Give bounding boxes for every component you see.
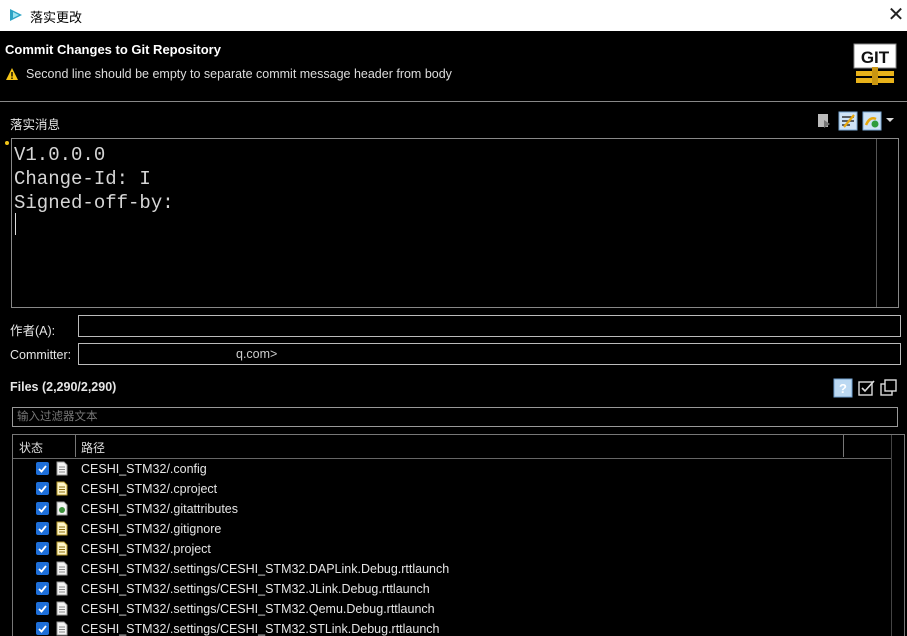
file-path: CESHI_STM32/.project xyxy=(81,542,211,556)
banner-separator xyxy=(0,101,907,102)
dialog-banner: Commit Changes to Git Repository Second … xyxy=(0,31,907,101)
text-file-icon xyxy=(56,601,68,616)
file-path: CESHI_STM32/.config xyxy=(81,462,207,476)
file-row[interactable]: CESHI_STM32/.gitignore xyxy=(13,519,891,539)
commit-message-line: Signed-off-by: xyxy=(14,192,174,214)
column-header-status[interactable]: 状态 xyxy=(19,439,43,456)
git-logo-icon: GIT xyxy=(853,43,897,85)
commit-message-line: V1.0.0.0 xyxy=(14,144,106,166)
committer-input[interactable] xyxy=(78,343,901,365)
close-button[interactable]: ✕ xyxy=(884,3,907,27)
file-checkbox[interactable] xyxy=(36,562,49,575)
apply-template-icon[interactable] xyxy=(814,111,834,131)
file-row[interactable]: CESHI_STM32/.cproject xyxy=(13,479,891,499)
commit-message-label: 落实消息 xyxy=(10,118,61,132)
column-header-path[interactable]: 路径 xyxy=(81,439,105,456)
author-input[interactable] xyxy=(78,315,901,337)
warning-icon xyxy=(6,68,18,80)
committer-value: q.com> xyxy=(236,347,278,361)
commit-message-text[interactable]: V1.0.0.0 Change-Id: I Signed-off-by: xyxy=(14,143,174,215)
file-checkbox[interactable] xyxy=(36,622,49,635)
file-checkbox[interactable] xyxy=(36,462,49,475)
show-untracked-icon[interactable]: ? xyxy=(833,378,853,398)
text-file-icon xyxy=(56,461,68,476)
file-path: CESHI_STM32/.settings/CESHI_STM32.JLink.… xyxy=(81,582,430,596)
commit-message-line: Change-Id: I xyxy=(14,168,151,190)
file-checkbox[interactable] xyxy=(36,502,49,515)
file-row[interactable]: CESHI_STM32/.project xyxy=(13,539,891,559)
files-table-header: 状态 路径 xyxy=(13,435,904,457)
text-file-icon xyxy=(56,561,68,576)
file-checkbox[interactable] xyxy=(36,522,49,535)
file-path: CESHI_STM32/.gitignore xyxy=(81,522,222,536)
file-checkbox[interactable] xyxy=(36,482,49,495)
file-row[interactable]: CESHI_STM32/.settings/CESHI_STM32.JLink.… xyxy=(13,579,891,599)
quickfix-marker-icon xyxy=(5,141,9,145)
edit-file-icon xyxy=(56,481,68,496)
select-all-icon[interactable] xyxy=(857,378,877,398)
text-file-icon xyxy=(56,621,68,636)
files-count-label: Files (2,290/2,290) xyxy=(10,380,117,394)
git-file-icon xyxy=(56,501,68,516)
editor-scrollbar[interactable] xyxy=(876,139,877,307)
dropdown-arrow-icon[interactable] xyxy=(885,111,895,131)
deselect-all-icon[interactable] xyxy=(879,378,899,398)
svg-text:?: ? xyxy=(839,381,847,396)
add-signed-off-by-icon[interactable] xyxy=(838,111,858,131)
window-title: 落实更改 xyxy=(30,10,83,25)
dialog-heading: Commit Changes to Git Repository xyxy=(5,42,221,57)
file-row[interactable]: CESHI_STM32/.settings/CESHI_STM32.STLink… xyxy=(13,619,891,636)
warning-message: Second line should be empty to separate … xyxy=(26,67,452,81)
file-path: CESHI_STM32/.cproject xyxy=(81,482,218,496)
edit-file-icon xyxy=(56,521,68,536)
table-scrollbar[interactable] xyxy=(891,435,892,636)
file-path: CESHI_STM32/.settings/CESHI_STM32.Qemu.D… xyxy=(81,602,435,616)
column-divider[interactable] xyxy=(75,435,76,457)
file-row[interactable]: CESHI_STM32/.settings/CESHI_STM32.Qemu.D… xyxy=(13,599,891,619)
file-path: CESHI_STM32/.settings/CESHI_STM32.DAPLin… xyxy=(81,562,450,576)
file-path: CESHI_STM32/.gitattributes xyxy=(81,502,239,516)
svg-text:GIT: GIT xyxy=(861,48,890,67)
files-table: 状态 路径 CESHI_STM32/.config CESHI_STM32/.cp… xyxy=(12,434,905,636)
files-filter-input[interactable] xyxy=(12,407,898,427)
text-file-icon xyxy=(56,581,68,596)
edit-file-icon xyxy=(56,541,68,556)
app-icon xyxy=(10,9,22,21)
column-divider[interactable] xyxy=(843,435,844,457)
text-cursor xyxy=(15,213,16,235)
add-change-id-icon[interactable] xyxy=(862,111,882,131)
committer-label: Committer: xyxy=(10,348,72,362)
file-checkbox[interactable] xyxy=(36,542,49,555)
file-checkbox[interactable] xyxy=(36,582,49,595)
file-path: CESHI_STM32/.settings/CESHI_STM32.STLink… xyxy=(81,622,440,636)
file-row[interactable]: CESHI_STM32/.config xyxy=(13,459,891,479)
window-titlebar: 落实更改 ✕ xyxy=(0,0,907,31)
file-row[interactable]: CESHI_STM32/.settings/CESHI_STM32.DAPLin… xyxy=(13,559,891,579)
file-row[interactable]: CESHI_STM32/.gitattributes xyxy=(13,499,891,519)
file-checkbox[interactable] xyxy=(36,602,49,615)
author-label: 作者(A): xyxy=(10,324,56,338)
